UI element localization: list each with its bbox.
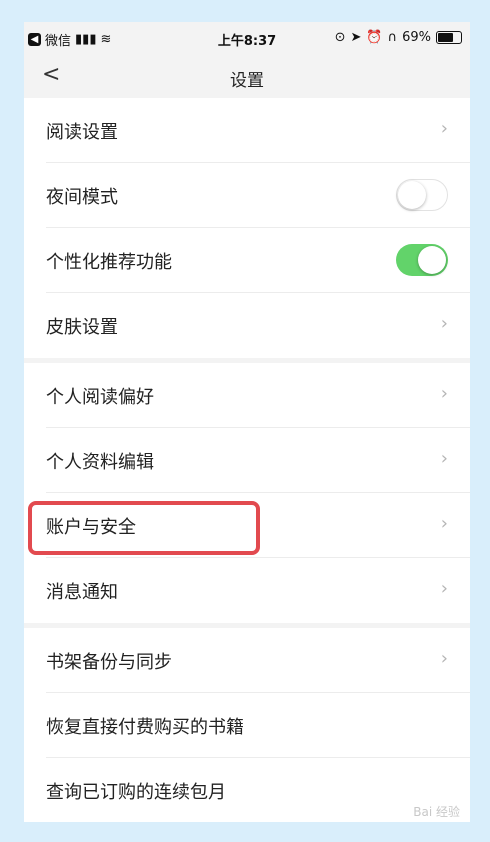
settings-row-label: 书架备份与同步 <box>46 652 172 673</box>
lock-rotation-icon: ⊙ <box>334 30 346 45</box>
navigation-bar: < 设置 <box>24 54 470 98</box>
toggle-switch[interactable] <box>396 179 448 211</box>
settings-row-label: 查询已订购的连续包月 <box>46 782 226 803</box>
settings-row[interactable]: 消息通知 › <box>46 558 470 623</box>
chevron-right-icon: › <box>440 383 448 404</box>
settings-row[interactable]: 个人阅读偏好 › <box>46 363 470 428</box>
settings-row[interactable]: 查询已订购的连续包月 <box>46 758 470 822</box>
chevron-right-icon: › <box>440 648 448 669</box>
screenshot-frame: ◀ 微信 ▮▮▮ ≋ 上午8:37 ⊙ ➤ ⏰ ∩ 69% < 设置 阅读设置 ›… <box>0 0 490 842</box>
chevron-right-icon: › <box>440 313 448 334</box>
settings-row-label: 个性化推荐功能 <box>46 252 172 273</box>
settings-row-label: 阅读设置 <box>46 122 118 143</box>
toggle-knob <box>418 246 446 274</box>
settings-row[interactable]: 书架备份与同步 › <box>46 628 470 693</box>
status-right: ⊙ ➤ ⏰ ∩ 69% <box>335 30 462 45</box>
settings-row[interactable]: 个人资料编辑 › <box>46 428 470 493</box>
page-title: 设置 <box>230 71 264 91</box>
location-icon: ➤ <box>350 30 362 45</box>
settings-group: 阅读设置 › 夜间模式个性化推荐功能 皮肤设置 › <box>24 98 470 358</box>
settings-group: 个人阅读偏好 › 个人资料编辑 › 账户与安全 › 消息通知 › <box>24 363 470 623</box>
settings-row-label: 个人阅读偏好 <box>46 387 154 408</box>
toggle-knob <box>398 181 426 209</box>
status-bar: ◀ 微信 ▮▮▮ ≋ 上午8:37 ⊙ ➤ ⏰ ∩ 69% <box>24 22 470 54</box>
settings-row[interactable]: 个性化推荐功能 <box>46 228 470 293</box>
battery-percent: 69% <box>402 30 431 45</box>
settings-row[interactable]: 阅读设置 › <box>46 98 470 163</box>
watermark: Bai 经验 <box>413 805 460 819</box>
battery-icon <box>436 31 462 44</box>
settings-group: 书架备份与同步 › 恢复直接付费购买的书籍 查询已订购的连续包月 <box>24 628 470 822</box>
headphones-icon: ∩ <box>387 30 398 45</box>
toggle-switch[interactable] <box>396 244 448 276</box>
settings-row-label: 消息通知 <box>46 582 118 603</box>
highlight-box <box>28 501 260 555</box>
settings-row[interactable]: 皮肤设置 › <box>46 293 470 358</box>
settings-row-label: 夜间模式 <box>46 187 118 208</box>
chevron-right-icon: › <box>440 118 448 139</box>
settings-row-label: 恢复直接付费购买的书籍 <box>46 717 244 738</box>
chevron-right-icon: › <box>440 578 448 599</box>
settings-row-label: 个人资料编辑 <box>46 452 154 473</box>
settings-row-label: 皮肤设置 <box>46 317 118 338</box>
settings-row[interactable]: 恢复直接付费购买的书籍 <box>46 693 470 758</box>
chevron-right-icon: › <box>440 513 448 534</box>
settings-row[interactable]: 夜间模式 <box>46 163 470 228</box>
phone-screen: ◀ 微信 ▮▮▮ ≋ 上午8:37 ⊙ ➤ ⏰ ∩ 69% < 设置 阅读设置 ›… <box>24 22 470 822</box>
chevron-right-icon: › <box>440 448 448 469</box>
alarm-icon: ⏰ <box>366 30 383 45</box>
